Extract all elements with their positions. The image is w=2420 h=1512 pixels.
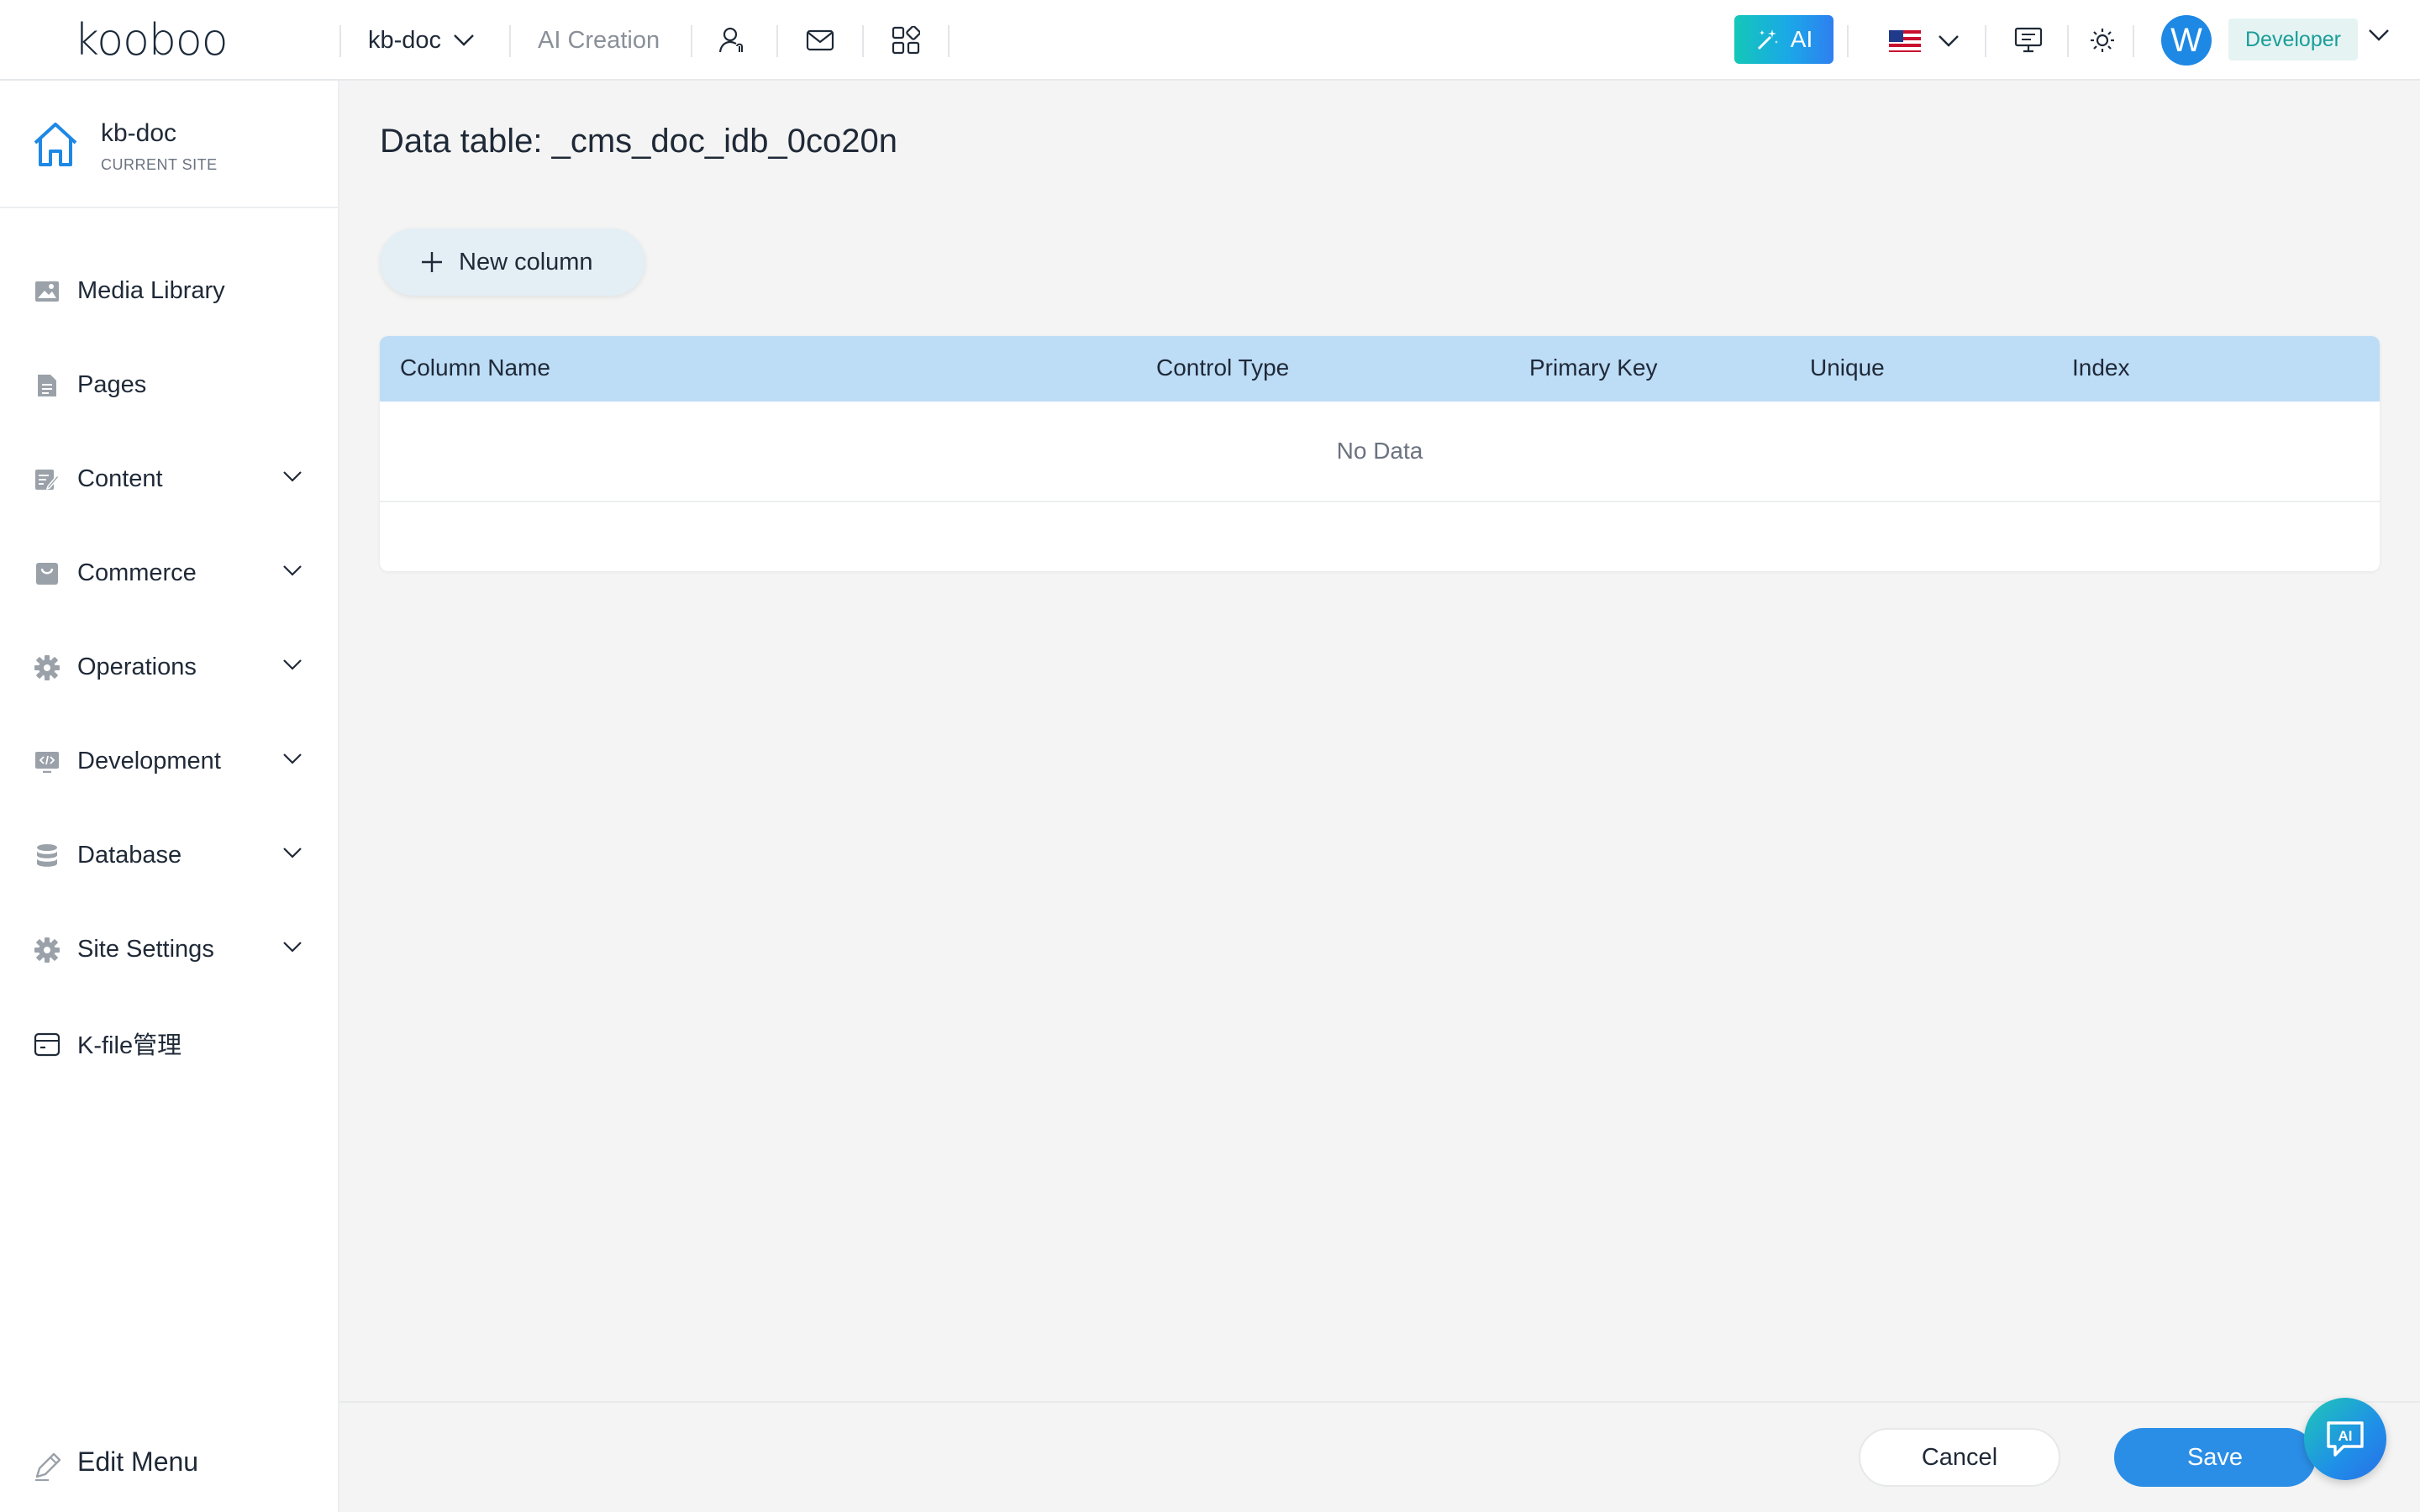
chevron-down-icon [283,565,302,576]
home-icon [34,123,77,166]
chevron-down-icon [283,848,302,858]
sidebar-item-k-file[interactable]: K-file管理 [0,1010,339,1077]
sidebar-item-site-settings[interactable]: Site Settings [0,916,339,983]
page-title: Data table: _cms_doc_idb_0co20n [380,123,897,160]
divider [509,25,511,57]
theme-sun-icon[interactable] [2086,24,2119,57]
chevron-down-icon [283,753,302,764]
divider [948,25,950,57]
presentation-icon[interactable] [2012,24,2045,57]
sidebar: kb-doc CURRENT SITE Media Library Pages … [0,81,339,1512]
chevron-down-icon [1939,35,1959,47]
empty-state: No Data [380,402,2380,502]
user-fingerprint-icon[interactable] [716,24,750,57]
table-header: Column Name Control Type Primary Key Uni… [380,336,2380,402]
ai-button-label: AI [1790,26,1813,52]
role-badge[interactable]: Developer [2228,18,2358,60]
save-button[interactable]: Save [2114,1428,2316,1487]
sidebar-item-commerce[interactable]: Commerce [0,539,339,606]
sidebar-item-content[interactable]: Content [0,445,339,512]
sidebar-item-label: Commerce [77,559,197,586]
plus-icon [422,252,442,272]
folder-icon [34,1032,60,1057]
footer-bar [339,1401,2420,1512]
ai-creation-link[interactable]: AI Creation [538,22,660,59]
sidebar-item-label: Database [77,841,182,869]
divider [2133,25,2134,57]
ai-chat-float-button[interactable]: AI [2304,1398,2386,1480]
content-icon [34,467,60,492]
current-site-caption: CURRENT SITE [101,156,218,173]
chevron-down-icon [283,659,302,670]
sidebar-item-label: Content [77,465,163,492]
sidebar-item-pages[interactable]: Pages [0,351,339,418]
site-switcher-label: kb-doc [368,26,442,54]
chevron-down-icon [283,942,302,953]
sidebar-item-media-library[interactable]: Media Library [0,257,339,324]
divider [691,25,692,57]
new-column-label: New column [459,248,593,276]
sidebar-item-label: Site Settings [77,935,214,963]
sidebar-item-label: Media Library [77,276,225,304]
divider [776,25,778,57]
chevron-down-icon[interactable] [2368,29,2390,42]
sidebar-item-development[interactable]: Development [0,727,339,795]
columns-table: Column Name Control Type Primary Key Uni… [380,336,2380,571]
ai-chat-icon: AI [2327,1421,2364,1457]
ai-button[interactable]: AI [1734,15,1833,64]
image-icon [34,279,60,304]
mail-icon[interactable] [803,24,837,57]
operations-gear-icon [34,655,60,680]
settings-gear-icon [34,937,60,963]
divider [339,25,341,57]
column-header-unique: Unique [1810,354,1885,381]
divider [862,25,864,57]
sidebar-item-label: Operations [77,653,197,680]
kooboo-logo[interactable]: kooboo [74,15,229,66]
apps-grid-icon[interactable] [889,24,923,57]
column-header-primary-key: Primary Key [1529,354,1658,381]
chevron-down-icon [283,471,302,482]
page-icon [34,373,60,398]
column-header-control-type: Control Type [1156,354,1290,381]
edit-menu-label: Edit Menu [77,1446,199,1477]
us-flag-icon [1889,30,1921,52]
divider [1985,25,1986,57]
user-avatar[interactable]: W [2161,15,2212,66]
database-icon [34,843,60,869]
new-column-button[interactable]: New column [380,228,645,296]
column-header-name: Column Name [400,354,550,381]
commerce-icon [34,561,60,586]
language-selector[interactable] [1889,24,1960,59]
code-icon [34,749,60,774]
sidebar-item-label: Development [77,747,221,774]
top-bar: kooboo kb-doc AI Creation AI W Developer [0,0,2420,81]
divider [1847,25,1849,57]
site-switcher[interactable]: kb-doc [368,22,475,59]
magic-wand-icon [1757,29,1778,50]
sidebar-item-operations[interactable]: Operations [0,633,339,701]
current-site-name: kb-doc [101,119,177,147]
empty-state-text: No Data [1336,438,1423,464]
ai-chat-label: AI [2338,1428,2353,1444]
pencil-icon [35,1452,61,1482]
sidebar-item-label: Pages [77,370,147,398]
cancel-button[interactable]: Cancel [1859,1428,2060,1487]
current-site-panel[interactable]: kb-doc CURRENT SITE [0,81,338,208]
divider [2067,25,2069,57]
column-header-index: Index [2072,354,2130,381]
edit-menu-button[interactable]: Edit Menu [0,1435,339,1494]
sidebar-item-database[interactable]: Database [0,822,339,889]
chevron-down-icon [454,34,474,46]
sidebar-item-label: K-file管理 [77,1032,182,1059]
